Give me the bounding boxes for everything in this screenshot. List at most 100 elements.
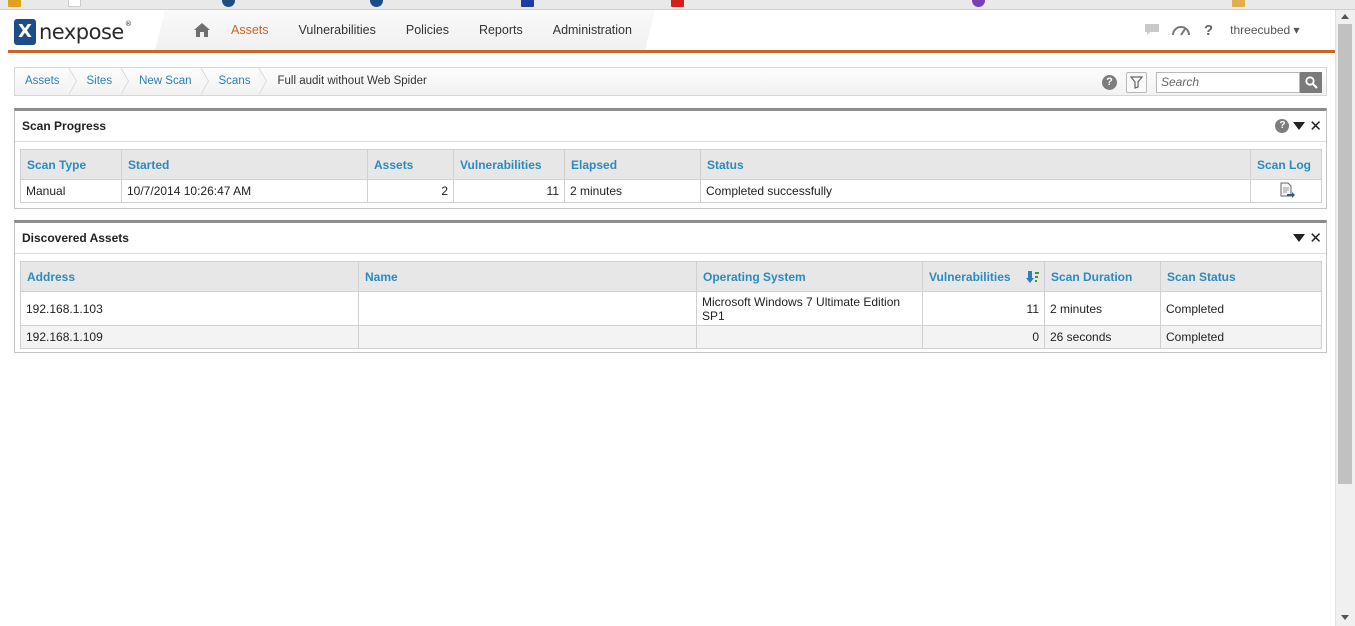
app-header: X nexpose® Assets Vulnerabilities Polici… [0,10,1335,52]
nexpose-logo[interactable]: X nexpose® [14,17,132,47]
bookmark-icon[interactable] [671,0,684,7]
cell-vulnerabilities: 11 [453,179,565,203]
panel-header: Discovered Assets ✕ [15,223,1326,254]
header-accent-line [8,50,1335,53]
panel-tools: ✕ [1289,231,1322,246]
cell-name [358,291,697,326]
cell-started: 10/7/2014 10:26:47 AM [121,179,368,203]
help-icon[interactable]: ? [1204,22,1213,39]
nav-policies[interactable]: Policies [406,23,449,37]
discovered-assets-panel: Discovered Assets ✕ Address Name Operati… [14,220,1327,353]
breadcrumb-current: Full audit without Web Spider [277,75,427,87]
column-header-address[interactable]: Address [20,261,359,292]
nav-vulnerabilities[interactable]: Vulnerabilities [299,23,376,37]
scroll-down-arrow[interactable] [1341,615,1349,620]
column-header-vulnerabilities[interactable]: Vulnerabilities [922,261,1045,292]
cell-scan-status: Completed [1160,325,1322,349]
column-header-scan-status[interactable]: Scan Status [1160,261,1322,292]
logo-text: nexpose [39,20,124,44]
column-header-operating-system[interactable]: Operating System [696,261,923,292]
cell-operating-system [696,325,923,349]
dashboard-gauge-icon[interactable] [1171,23,1191,37]
header-tools: ? threecubed ▾ [1144,10,1300,50]
search-button[interactable] [1300,71,1322,93]
column-header-assets[interactable]: Assets [367,149,454,180]
scan-progress-panel: Scan Progress ? ✕ Scan Type Started Asse… [14,108,1327,209]
panel-tools: ? ✕ [1275,119,1322,134]
main-nav: Assets Vulnerabilities Policies Reports … [190,10,662,50]
scan-progress-table: Scan Type Started Assets Vulnerabilities… [20,149,1322,203]
cell-assets: 2 [367,179,454,203]
breadcrumb-new-scan[interactable]: New Scan [129,67,209,95]
bookmark-icon[interactable] [222,0,235,7]
search-input[interactable] [1156,71,1300,93]
page-icon[interactable] [68,0,81,7]
cell-operating-system: Microsoft Windows 7 Ultimate Edition SP1 [696,291,923,326]
nav-reports[interactable]: Reports [479,23,523,37]
scrollbar-thumb[interactable] [1338,24,1352,484]
column-header-scan-duration[interactable]: Scan Duration [1044,261,1161,292]
discovered-assets-table: Address Name Operating System Vulnerabil… [20,261,1322,349]
breadcrumb-scans[interactable]: Scans [209,67,268,95]
column-header-started[interactable]: Started [121,149,368,180]
breadcrumb-assets[interactable]: Assets [15,67,77,95]
nav-assets[interactable]: Assets [231,23,269,37]
panel-title: Scan Progress [22,119,107,133]
column-header-scan-log[interactable]: Scan Log [1250,149,1322,180]
cell-address-link[interactable]: 192.168.1.103 [20,291,359,326]
collapse-icon[interactable] [1293,122,1306,130]
cell-scan-type: Manual [20,179,122,203]
collapse-icon[interactable] [1293,234,1306,242]
column-header-name[interactable]: Name [358,261,697,292]
cell-name [358,325,697,349]
home-icon[interactable] [193,22,211,38]
search-icon [1304,75,1318,89]
search-box [1156,71,1322,93]
cell-vulnerabilities: 0 [922,325,1045,349]
table-row: Manual 10/7/2014 10:26:47 AM 2 11 2 minu… [20,179,1322,203]
nav-administration[interactable]: Administration [553,23,632,37]
filter-button[interactable] [1126,71,1147,93]
page-scrollbar[interactable] [1335,10,1355,626]
cell-status: Completed successfully [700,179,1251,203]
table-row: 192.168.1.109 0 26 seconds Completed [20,325,1322,349]
breadcrumb: Assets Sites New Scan Scans Full audit w… [15,67,444,95]
close-icon[interactable]: ✕ [1309,119,1322,134]
help-icon[interactable]: ? [1102,74,1117,90]
user-menu[interactable]: threecubed ▾ [1230,23,1299,37]
bookmark-icon[interactable] [521,0,534,7]
logo-x-mark: X [14,19,36,45]
table-row: 192.168.1.103 Microsoft Windows 7 Ultima… [20,291,1322,326]
close-icon[interactable]: ✕ [1309,231,1322,246]
column-header-vulnerabilities[interactable]: Vulnerabilities [453,149,565,180]
breadcrumb-sites[interactable]: Sites [77,67,130,95]
registered-mark: ® [124,20,132,28]
bookmark-icon[interactable] [370,0,383,7]
sort-descending-icon[interactable] [1026,270,1040,284]
cell-scan-duration: 2 minutes [1044,291,1161,326]
bookmark-icon[interactable] [972,0,985,7]
panel-title: Discovered Assets [22,231,129,245]
breadcrumb-bar: Assets Sites New Scan Scans Full audit w… [14,67,1327,96]
scan-log-document-icon[interactable] [1278,182,1295,198]
chat-icon[interactable] [1144,23,1160,37]
cell-vulnerabilities: 11 [922,291,1045,326]
cell-scan-duration: 26 seconds [1044,325,1161,349]
scroll-up-arrow[interactable] [1341,14,1349,19]
apps-icon[interactable] [8,0,21,7]
browser-bookmarks-bar [0,0,1355,10]
cell-scan-log [1250,179,1322,203]
panel-header: Scan Progress ? ✕ [15,111,1326,142]
cell-scan-status: Completed [1160,291,1322,326]
help-icon[interactable]: ? [1275,119,1290,133]
filter-icon [1130,75,1143,89]
table-header-row: Scan Type Started Assets Vulnerabilities… [20,149,1322,180]
cell-address-link[interactable]: 192.168.1.109 [20,325,359,349]
column-header-elapsed[interactable]: Elapsed [564,149,701,180]
column-header-status[interactable]: Status [700,149,1251,180]
breadcrumb-tools: ? [1102,71,1322,93]
column-header-scan-type[interactable]: Scan Type [20,149,122,180]
table-header-row: Address Name Operating System Vulnerabil… [20,261,1322,292]
folder-icon[interactable] [1232,0,1245,7]
cell-elapsed: 2 minutes [564,179,701,203]
